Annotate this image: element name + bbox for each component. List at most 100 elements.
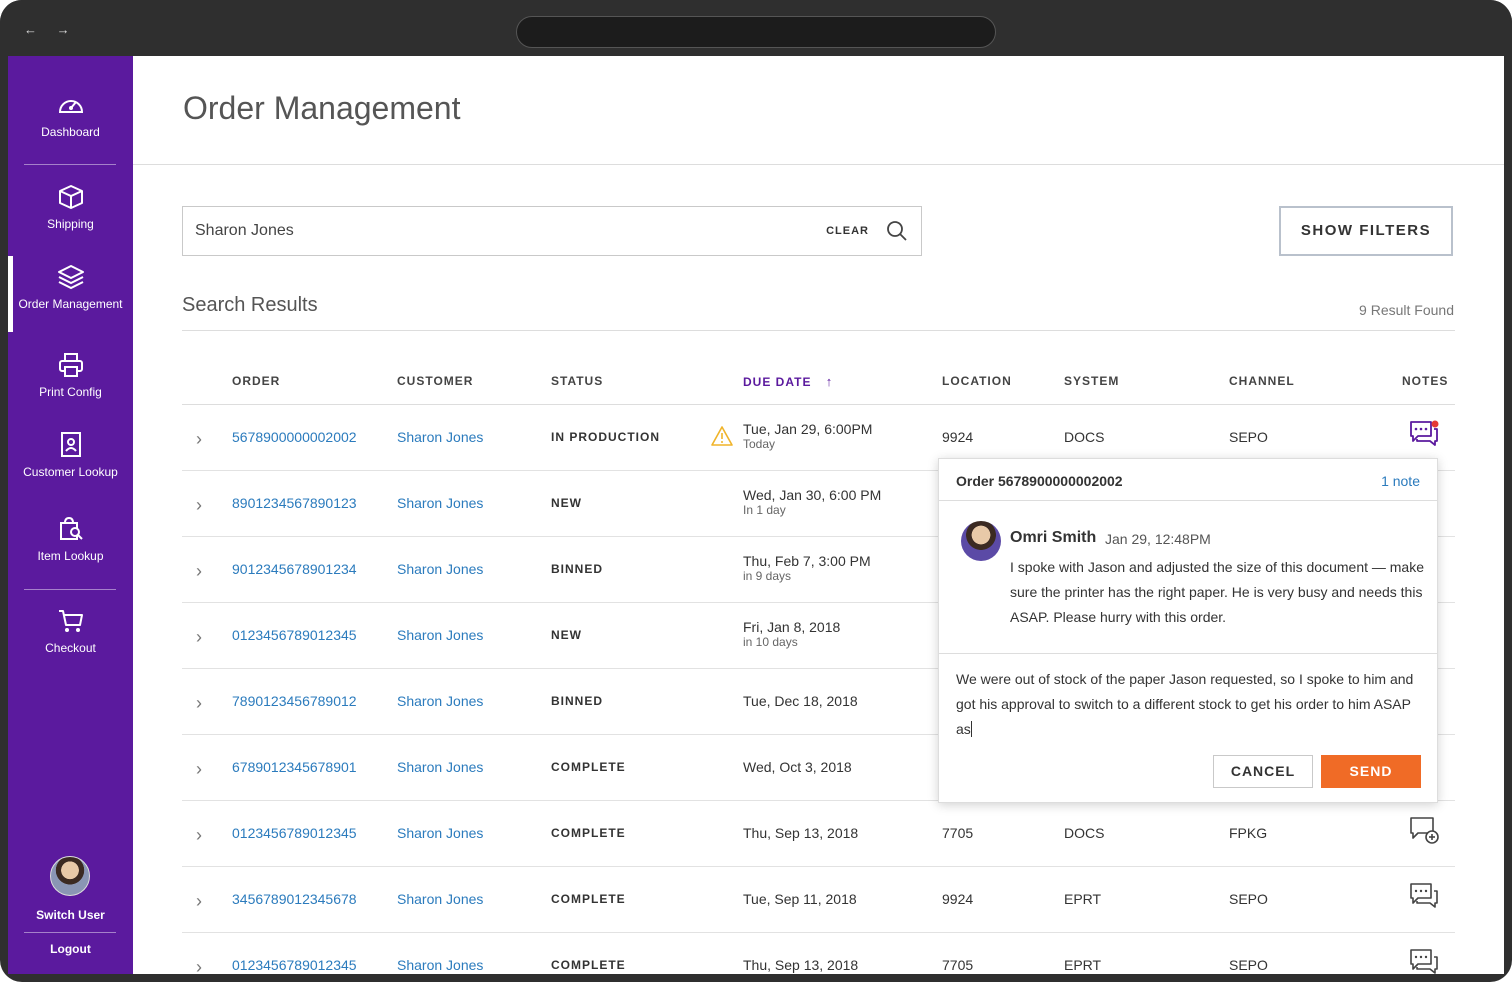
status-label: COMPLETE — [551, 826, 626, 840]
order-link[interactable]: 9012345678901234 — [232, 561, 357, 577]
avatar[interactable] — [50, 856, 90, 896]
column-header-system[interactable]: SYSTEM — [1064, 374, 1119, 388]
order-link[interactable]: 0123456789012345 — [232, 957, 357, 973]
expand-chevron-icon[interactable]: › — [196, 693, 202, 714]
column-header-customer[interactable]: CUSTOMER — [397, 374, 473, 388]
customer-link[interactable]: Sharon Jones — [397, 693, 483, 709]
chat-unread-icon[interactable] — [1408, 419, 1440, 449]
column-header-status[interactable]: STATUS — [551, 374, 603, 388]
location: 7705 — [942, 825, 974, 841]
location: 9924 — [942, 891, 974, 907]
expand-chevron-icon[interactable]: › — [196, 957, 202, 974]
sidebar-item-order-management[interactable]: Order Management — [8, 264, 133, 312]
table-row[interactable]: › 3456789012345678 Sharon Jones COMPLETE… — [182, 867, 1455, 933]
layers-icon — [57, 265, 84, 290]
order-link[interactable]: 0123456789012345 — [232, 825, 357, 841]
expand-chevron-icon[interactable]: › — [196, 891, 202, 912]
chat-icon[interactable] — [1408, 947, 1440, 974]
customer-link[interactable]: Sharon Jones — [397, 759, 483, 775]
sidebar-divider — [24, 932, 116, 933]
chat-add-icon[interactable] — [1408, 815, 1440, 845]
sidebar-item-label: Shipping — [47, 217, 94, 231]
expand-chevron-icon[interactable]: › — [196, 495, 202, 516]
system: DOCS — [1064, 429, 1105, 445]
expand-chevron-icon[interactable]: › — [196, 825, 202, 846]
sidebar-item-print-config[interactable]: Print Config — [8, 352, 133, 400]
nav-arrows[interactable]: ← → — [24, 22, 78, 37]
due-date: Fri, Jan 8, 2018 in 10 days — [743, 619, 840, 649]
send-button[interactable]: SEND — [1321, 755, 1421, 788]
order-link[interactable]: 5678900000002002 — [232, 429, 357, 445]
sidebar-item-label: Customer Lookup — [23, 465, 118, 479]
sidebar-item-label: Item Lookup — [37, 549, 104, 563]
show-filters-button[interactable]: SHOW FILTERS — [1279, 206, 1453, 256]
expand-chevron-icon[interactable]: › — [196, 759, 202, 780]
note-count-link[interactable]: 1 note — [1381, 473, 1420, 489]
due-date: Tue, Jan 29, 6:00PM Today — [743, 421, 872, 451]
due-date: Wed, Oct 3, 2018 — [743, 759, 852, 775]
search-input[interactable]: Sharon Jones CLEAR — [182, 206, 922, 256]
results-divider — [182, 330, 1455, 331]
cancel-button[interactable]: CANCEL — [1213, 755, 1313, 788]
order-link[interactable]: 6789012345678901 — [232, 759, 357, 775]
sidebar-item-shipping[interactable]: Shipping — [8, 184, 133, 232]
channel: SEPO — [1229, 957, 1268, 973]
customer-link[interactable]: Sharon Jones — [397, 561, 483, 577]
main-content: Order Management Sharon Jones CLEAR SHOW… — [133, 56, 1504, 974]
logout-link[interactable]: Logout — [8, 942, 133, 956]
customer-link[interactable]: Sharon Jones — [397, 957, 483, 973]
channel: SEPO — [1229, 429, 1268, 445]
expand-chevron-icon[interactable]: › — [196, 561, 202, 582]
order-link[interactable]: 3456789012345678 — [232, 891, 357, 907]
due-date-main: Wed, Jan 30, 6:00 PM — [743, 487, 882, 503]
system: EPRT — [1064, 891, 1102, 907]
customer-link[interactable]: Sharon Jones — [397, 825, 483, 841]
system: DOCS — [1064, 825, 1105, 841]
expand-chevron-icon[interactable]: › — [196, 627, 202, 648]
status-label: COMPLETE — [551, 958, 626, 972]
table-row[interactable]: › 0123456789012345 Sharon Jones COMPLETE… — [182, 933, 1455, 974]
sidebar-item-customer-lookup[interactable]: Customer Lookup — [8, 430, 133, 480]
note-timestamp: Jan 29, 12:48PM — [1105, 531, 1211, 547]
chat-icon[interactable] — [1408, 881, 1440, 911]
title-divider — [133, 164, 1504, 165]
column-header-location[interactable]: LOCATION — [942, 374, 1012, 388]
customer-link[interactable]: Sharon Jones — [397, 429, 483, 445]
sidebar: Dashboard Shipping Order Management Prin… — [8, 56, 133, 974]
sidebar-item-label: Dashboard — [41, 125, 100, 139]
avatar — [961, 521, 1001, 561]
column-header-due-date[interactable]: DUE DATE ↑ — [743, 374, 833, 389]
note-author: Omri Smith — [1010, 529, 1097, 546]
customer-link[interactable]: Sharon Jones — [397, 495, 483, 511]
order-link[interactable]: 7890123456789012 — [232, 693, 357, 709]
sidebar-divider — [24, 589, 116, 590]
status-label: COMPLETE — [551, 892, 626, 906]
sidebar-item-checkout[interactable]: Checkout — [8, 608, 133, 656]
search-value: Sharon Jones — [195, 222, 294, 239]
reply-textarea[interactable]: We were out of stock of the paper Jason … — [956, 667, 1416, 742]
order-link[interactable]: 0123456789012345 — [232, 627, 357, 643]
sidebar-item-dashboard[interactable]: Dashboard — [8, 94, 133, 140]
reply-text: We were out of stock of the paper Jason … — [956, 671, 1414, 737]
customer-link[interactable]: Sharon Jones — [397, 627, 483, 643]
expand-chevron-icon[interactable]: › — [196, 429, 202, 450]
channel: FPKG — [1229, 825, 1268, 841]
search-icon[interactable] — [885, 219, 909, 243]
order-link[interactable]: 8901234567890123 — [232, 495, 357, 511]
sidebar-item-item-lookup[interactable]: Item Lookup — [8, 516, 133, 564]
id-card-icon — [60, 432, 81, 457]
customer-link[interactable]: Sharon Jones — [397, 891, 483, 907]
address-bar[interactable] — [516, 16, 996, 48]
due-date-main: Thu, Feb 7, 3:00 PM — [743, 553, 871, 569]
status-label: BINNED — [551, 694, 604, 708]
switch-user-link[interactable]: Switch User — [8, 908, 133, 922]
due-date-relative: Today — [743, 437, 776, 451]
due-date: Thu, Sep 13, 2018 — [743, 957, 859, 973]
due-date: Thu, Sep 13, 2018 — [743, 825, 859, 841]
column-header-order[interactable]: ORDER — [232, 374, 280, 388]
table-row[interactable]: › 0123456789012345 Sharon Jones COMPLETE… — [182, 801, 1455, 867]
due-date: Tue, Sep 11, 2018 — [743, 891, 857, 907]
clear-button[interactable]: CLEAR — [826, 225, 869, 237]
printer-icon — [58, 353, 83, 377]
column-header-channel[interactable]: CHANNEL — [1229, 374, 1295, 388]
